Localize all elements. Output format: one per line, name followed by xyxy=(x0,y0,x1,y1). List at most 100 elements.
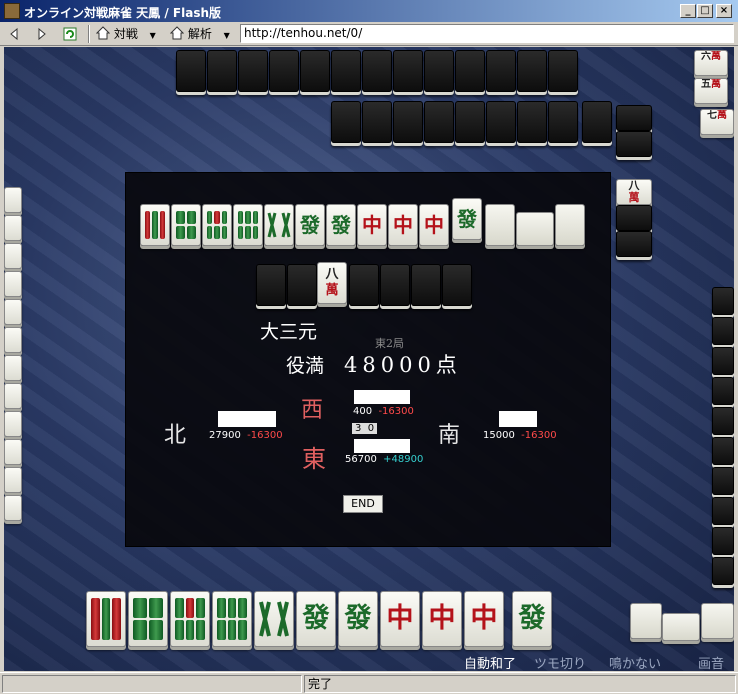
tile-side xyxy=(4,383,22,409)
tile-haku-called xyxy=(516,212,554,246)
app-icon xyxy=(4,3,20,19)
tile-back xyxy=(393,50,423,92)
tile-side xyxy=(4,467,22,493)
tile-haku xyxy=(701,603,734,639)
tile-side xyxy=(4,411,22,437)
tile-hatsu-winning: 發 xyxy=(452,198,482,240)
tile-man: 六萬 xyxy=(694,50,728,76)
tile-chun: 中 xyxy=(419,204,449,246)
tile-back xyxy=(331,101,361,143)
tile-man-8: 八萬 xyxy=(616,179,652,205)
sound-option[interactable]: 画音 xyxy=(698,653,724,671)
tile-sou-4[interactable] xyxy=(128,591,168,647)
tile-chun[interactable]: 中 xyxy=(422,591,462,647)
tile-back xyxy=(712,347,734,375)
tile-man: 五萬 xyxy=(694,78,728,104)
tile-back xyxy=(455,50,485,92)
tsumogiri-option[interactable]: ツモ切り xyxy=(534,653,586,671)
tile-side xyxy=(4,327,22,353)
seat-north: 北 xyxy=(163,423,186,448)
tile-back xyxy=(486,101,516,143)
maximize-button[interactable]: □ xyxy=(697,4,713,18)
tile-back xyxy=(712,527,734,555)
tile-back xyxy=(362,101,392,143)
match-menu-button[interactable]: 対戦 ▼ xyxy=(95,25,158,43)
back-button[interactable] xyxy=(6,25,26,43)
tile-back xyxy=(362,50,392,92)
tile-back xyxy=(269,50,299,92)
points-value: 48000点 xyxy=(344,353,462,377)
tile-back xyxy=(712,437,734,465)
round-label: 東2局 xyxy=(375,337,404,350)
tile-back xyxy=(287,264,317,306)
tile-sou-8[interactable] xyxy=(254,591,294,647)
toolbar: 対戦 ▼ 解析 ▼ http://tenhou.net/0/ xyxy=(0,22,738,46)
tile-chun: 中 xyxy=(357,204,387,246)
tile-back xyxy=(616,231,652,257)
forward-button[interactable] xyxy=(34,25,54,43)
player-name-west xyxy=(354,390,410,404)
tile-back xyxy=(486,50,516,92)
player-name-south xyxy=(499,411,537,427)
end-button[interactable]: END xyxy=(343,495,383,513)
tile-haku xyxy=(662,613,700,641)
tile-back xyxy=(331,50,361,92)
tile-back xyxy=(424,101,454,143)
analysis-menu-button[interactable]: 解析 ▼ xyxy=(169,25,236,43)
seat-south: 南 xyxy=(437,423,460,448)
tile-man: 七萬 xyxy=(700,109,734,135)
close-button[interactable]: × xyxy=(716,4,732,18)
player-name-east xyxy=(354,439,410,453)
tile-sou-3[interactable] xyxy=(86,591,126,647)
tile-chun[interactable]: 中 xyxy=(464,591,504,647)
tile-haku xyxy=(555,204,585,246)
match-menu-label: 対戦 xyxy=(113,27,138,41)
chevron-down-icon: ▼ xyxy=(223,31,230,40)
minimize-button[interactable]: _ xyxy=(680,4,696,18)
tile-back xyxy=(517,101,547,143)
tile-back xyxy=(176,50,206,92)
limit-label: 役満 xyxy=(286,355,325,377)
tile-back xyxy=(712,407,734,435)
score-north: 27900 -16300 xyxy=(209,430,283,441)
tile-sou-4 xyxy=(171,204,201,246)
tile-back xyxy=(393,101,423,143)
tile-hatsu[interactable]: 發 xyxy=(296,591,336,647)
tile-hatsu-drawn[interactable]: 發 xyxy=(512,591,552,647)
title-bar: オンライン対戦麻雀 天鳳 / Flash版 _ □ × xyxy=(0,0,738,22)
tile-back xyxy=(411,264,441,306)
tile-back xyxy=(712,377,734,405)
tile-back xyxy=(712,287,734,315)
tile-chun[interactable]: 中 xyxy=(380,591,420,647)
tile-back xyxy=(349,264,379,306)
game-canvas: 八萬 六萬 五萬 七萬 發 發 中 中 中 發 八 萬 大三元 役満 48000… xyxy=(4,47,734,671)
url-input[interactable]: http://tenhou.net/0/ xyxy=(240,24,734,43)
auto-win-option[interactable]: 自動和了 xyxy=(464,653,516,671)
home-icon xyxy=(169,26,185,40)
tile-side xyxy=(4,215,22,241)
sou-8-icon xyxy=(267,212,291,238)
analysis-menu-label: 解析 xyxy=(187,27,212,41)
tile-back xyxy=(300,50,330,92)
tile-hatsu[interactable]: 發 xyxy=(338,591,378,647)
tile-side xyxy=(4,495,22,521)
refresh-button[interactable] xyxy=(62,25,82,43)
tile-side xyxy=(4,243,22,269)
tile-back xyxy=(256,264,286,306)
no-call-option[interactable]: 鳴かない xyxy=(609,653,661,671)
back-arrow-icon xyxy=(10,27,18,41)
tile-sou-6[interactable] xyxy=(212,591,252,647)
tile-back xyxy=(548,101,578,143)
score-east: 56700 +48900 xyxy=(345,454,424,465)
tile-back xyxy=(616,205,652,231)
tile-back xyxy=(582,101,612,143)
tile-back xyxy=(207,50,237,92)
tile-side xyxy=(4,299,22,325)
tile-back xyxy=(712,317,734,345)
tile-side xyxy=(4,271,22,297)
forward-arrow-icon xyxy=(38,27,46,41)
tile-back xyxy=(712,557,734,585)
tile-sou-5[interactable] xyxy=(170,591,210,647)
tile-back xyxy=(712,467,734,495)
player-name-north xyxy=(218,411,276,427)
